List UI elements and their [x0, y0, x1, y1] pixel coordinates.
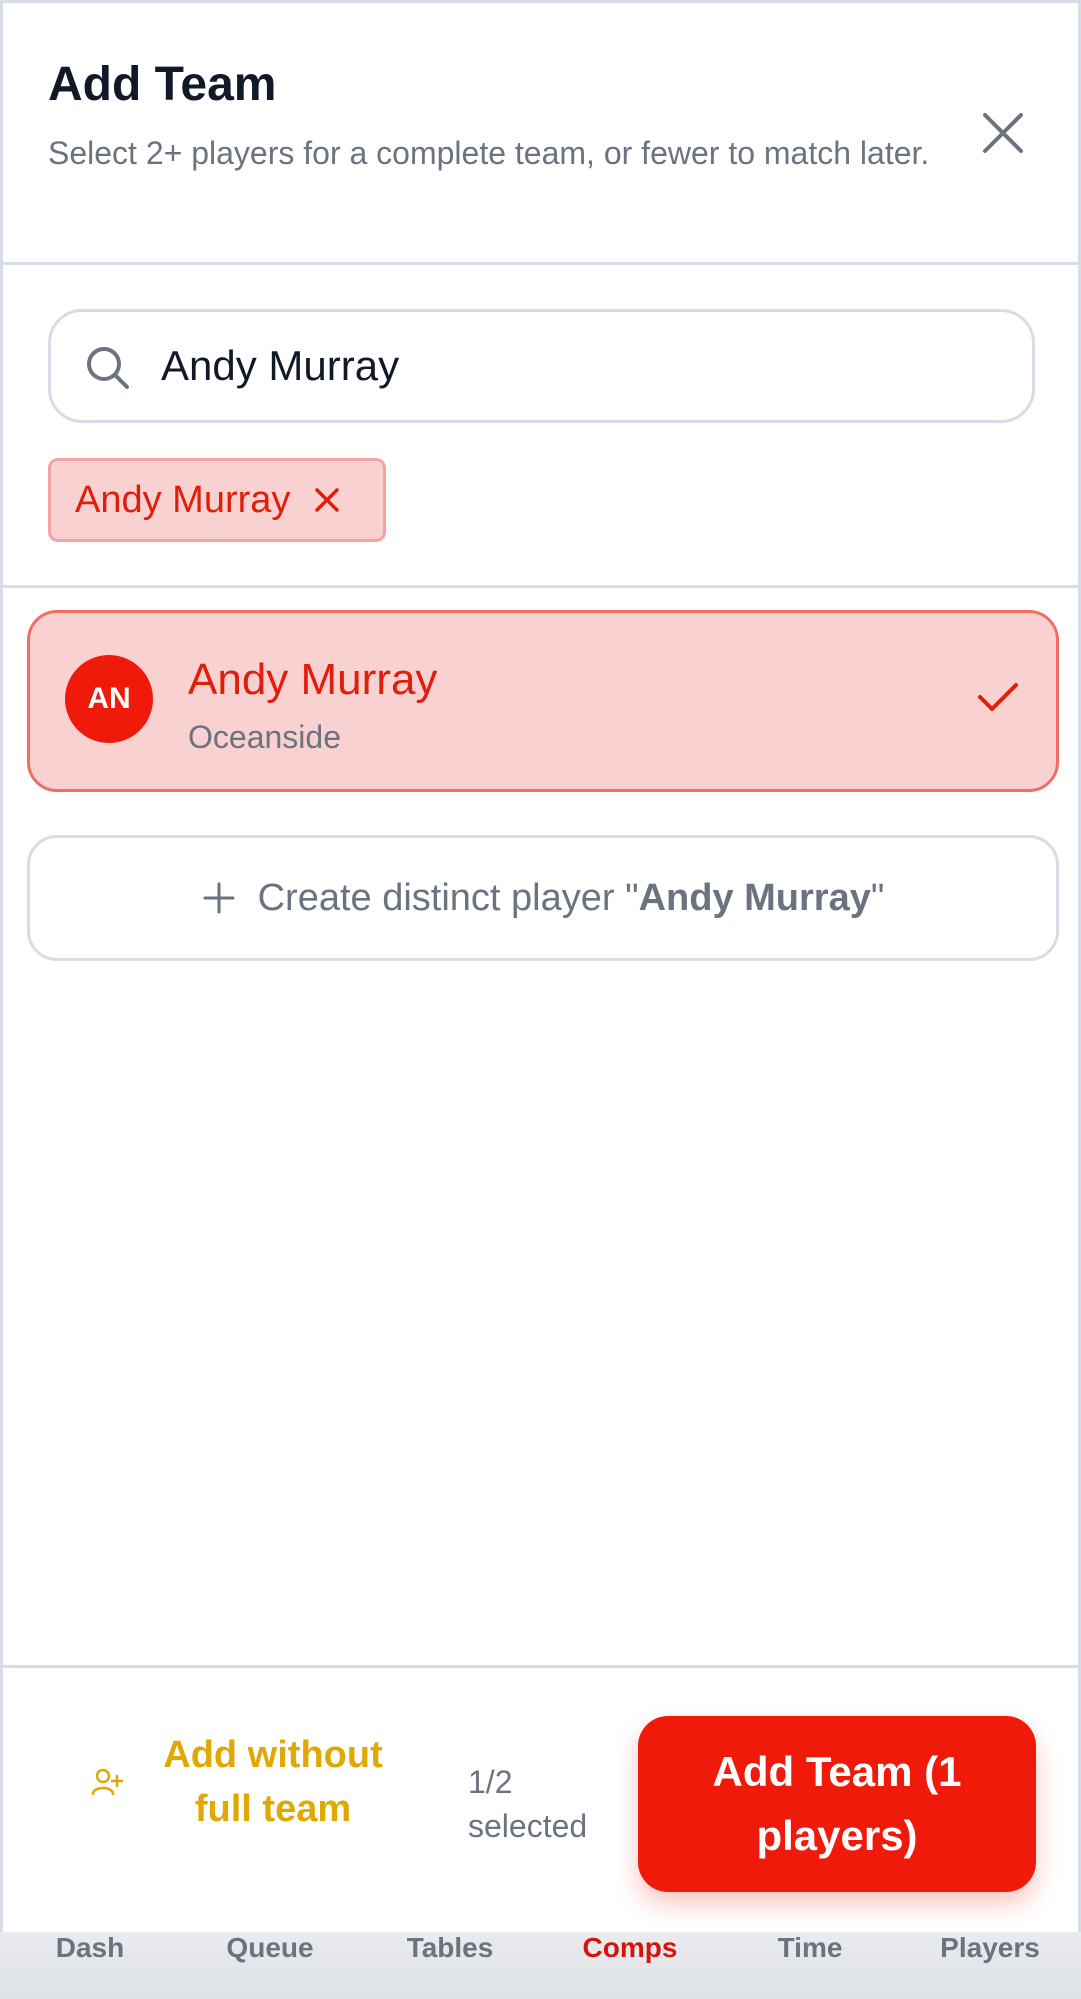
chip-remove-button[interactable] — [314, 487, 340, 513]
add-team-modal: Add Team Select 2+ players for a complet… — [0, 0, 1081, 1935]
modal-subtitle: Select 2+ players for a complete team, o… — [48, 135, 930, 171]
avatar: AN — [65, 655, 153, 743]
selected-count: 1/2 selected — [468, 1764, 588, 1844]
search-section: Andy Murray — [3, 265, 1078, 588]
nav-item-time[interactable]: Time — [778, 1932, 843, 1963]
chip-label: Andy Murray — [75, 478, 291, 521]
nav-item-tables[interactable]: Tables — [407, 1932, 494, 1963]
add-team-button[interactable]: Add Team (1 players) — [638, 1716, 1036, 1892]
selected-player-chip: Andy Murray — [48, 458, 386, 542]
create-distinct-player-button[interactable]: Create distinct player "Andy Murray" — [27, 835, 1059, 961]
search-icon — [87, 347, 129, 389]
nav-item-dash[interactable]: Dash — [56, 1932, 124, 1963]
player-result-item[interactable]: AN Andy Murray Oceanside — [27, 610, 1059, 792]
user-plus-icon — [91, 1768, 123, 1796]
nav-item-queue[interactable]: Queue — [226, 1932, 313, 1963]
create-player-name: Andy Murray — [638, 876, 871, 919]
add-without-label: Add without full team — [163, 1734, 383, 1830]
close-icon — [983, 113, 1023, 153]
modal-footer: Add without full team 1/2 selected Add T… — [3, 1665, 1078, 1935]
check-icon — [978, 683, 1018, 711]
search-box[interactable] — [48, 309, 1035, 423]
player-name: Andy Murray — [188, 655, 438, 704]
modal-header: Add Team Select 2+ players for a complet… — [3, 3, 1078, 265]
x-icon — [315, 488, 340, 512]
modal-title: Add Team — [48, 58, 277, 111]
player-location: Oceanside — [188, 719, 341, 755]
add-without-full-team-button[interactable]: Add without full team — [91, 1718, 421, 1846]
search-input[interactable] — [161, 330, 1001, 402]
nav-item-players[interactable]: Players — [940, 1932, 1040, 1963]
close-button[interactable] — [973, 103, 1033, 163]
bottom-nav: Dash Queue Tables Comps Time Players — [0, 1932, 1081, 1999]
create-player-label: Create distinct player "Andy Murray" — [257, 876, 885, 919]
nav-item-comps[interactable]: Comps — [583, 1932, 678, 1963]
plus-icon — [203, 882, 235, 914]
